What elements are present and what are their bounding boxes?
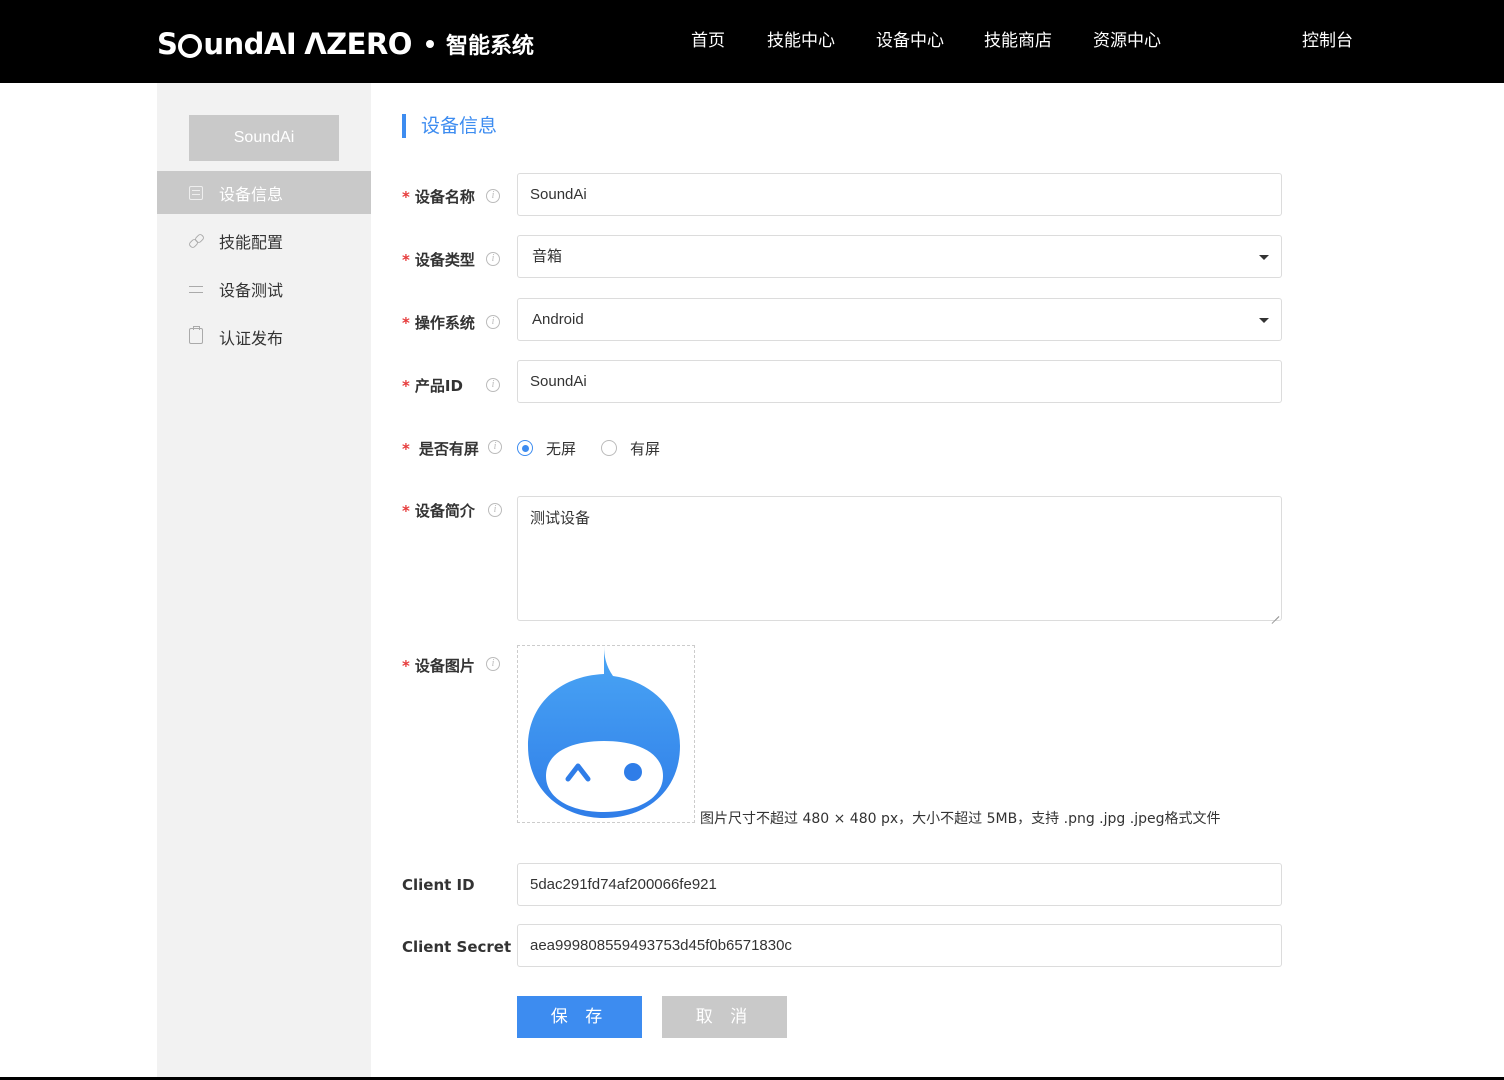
client-id-label: Client ID (402, 876, 475, 894)
document-icon (189, 185, 203, 200)
info-icon[interactable]: i (488, 440, 502, 454)
device-image-label: * 设备图片 (402, 657, 475, 675)
nav-skill-center[interactable]: 技能中心 (767, 0, 835, 83)
cancel-button[interactable]: 取 消 (662, 996, 787, 1038)
nav-skill-store[interactable]: 技能商店 (984, 0, 1052, 83)
device-type-select[interactable]: 音箱 (517, 235, 1282, 278)
logo-subtitle: 智能系统 (445, 34, 534, 59)
sidebar-item-label: 设备信息 (219, 184, 284, 204)
screen-label: * 是否有屏 (402, 440, 479, 458)
device-name-label: * 设备名称 (402, 188, 475, 206)
client-id-input[interactable]: 5dac291fd74af200066fe921 (517, 863, 1282, 906)
os-select[interactable]: Android (517, 298, 1282, 341)
info-icon[interactable]: i (486, 378, 500, 392)
info-icon[interactable]: i (486, 252, 500, 266)
radio-no-screen-label[interactable]: 无屏 (546, 438, 576, 459)
soundai-azero-logo[interactable]: S undAI ΛZERO 智能系统 (157, 26, 534, 62)
clipboard-icon (189, 325, 203, 344)
client-secret-label: Client Secret (402, 938, 512, 956)
top-nav-bar: S undAI ΛZERO 智能系统 首页 技能中心 设备中心 技能商店 资源中… (0, 0, 1504, 83)
required-mark: * (402, 440, 410, 458)
required-mark: * (402, 314, 410, 332)
info-icon[interactable]: i (486, 657, 500, 671)
logo-o-glyph (178, 34, 203, 58)
product-id-label: * 产品ID (402, 377, 463, 395)
logo-separator-dot (425, 40, 434, 48)
sidebar-item-device-info[interactable]: 设备信息 (157, 171, 371, 214)
required-mark: * (402, 188, 410, 206)
info-icon[interactable]: i (486, 189, 500, 203)
required-mark: * (402, 502, 410, 520)
radio-has-screen[interactable] (601, 440, 617, 456)
device-type-value: 音箱 (532, 248, 563, 265)
sidebar-item-skill-config[interactable]: 技能配置 (157, 219, 371, 262)
device-name-input[interactable]: SoundAi (517, 173, 1282, 216)
nav-device-center[interactable]: 设备中心 (876, 0, 944, 83)
radio-has-screen-label[interactable]: 有屏 (630, 438, 660, 459)
os-label: * 操作系统 (402, 314, 475, 332)
chevron-down-icon (1259, 255, 1269, 260)
azero-mascot-icon (528, 646, 680, 818)
nav-home[interactable]: 首页 (691, 0, 725, 83)
nav-resource-center[interactable]: 资源中心 (1093, 0, 1161, 83)
device-name-badge: SoundAi (189, 115, 339, 161)
resize-handle-icon[interactable] (1271, 610, 1279, 618)
image-upload-hint: 图片尺寸不超过 480 × 480 px，大小不超过 5MB，支持 .png .… (700, 811, 1221, 827)
description-text: 测试设备 (530, 509, 591, 527)
sidebar: SoundAi 设备信息 技能配置 设备测试 认证发布 (157, 83, 371, 1080)
chevron-down-icon (1259, 318, 1269, 323)
device-type-label: * 设备类型 (402, 251, 475, 269)
sidebar-item-certify-publish[interactable]: 认证发布 (157, 315, 371, 358)
description-textarea[interactable]: 测试设备 (517, 496, 1282, 621)
logo-brand: S (157, 27, 178, 61)
description-label: * 设备简介 (402, 502, 475, 520)
client-secret-input[interactable]: aea999808559493753d45f0b6571830c (517, 924, 1282, 967)
sidebar-item-label: 认证发布 (219, 328, 284, 348)
sidebar-item-label: 技能配置 (219, 232, 284, 252)
link-icon (189, 234, 203, 248)
logo-brand-rest: undAI (203, 27, 297, 61)
radio-no-screen[interactable] (517, 440, 533, 456)
required-mark: * (402, 377, 410, 395)
logo-azero: ΛZERO (304, 27, 412, 61)
os-value: Android (532, 311, 584, 328)
product-id-input[interactable]: SoundAi (517, 360, 1282, 403)
info-icon[interactable]: i (486, 315, 500, 329)
device-image-upload[interactable] (517, 645, 695, 823)
section-title: 设备信息 (402, 114, 497, 138)
required-mark: * (402, 251, 410, 269)
sidebar-item-label: 设备测试 (219, 280, 284, 300)
required-mark: * (402, 657, 410, 675)
save-button[interactable]: 保 存 (517, 996, 642, 1038)
nav-console[interactable]: 控制台 (1302, 0, 1353, 83)
sidebar-item-device-test[interactable]: 设备测试 (157, 267, 371, 310)
info-icon[interactable]: i (488, 503, 502, 517)
sliders-icon (189, 282, 203, 296)
